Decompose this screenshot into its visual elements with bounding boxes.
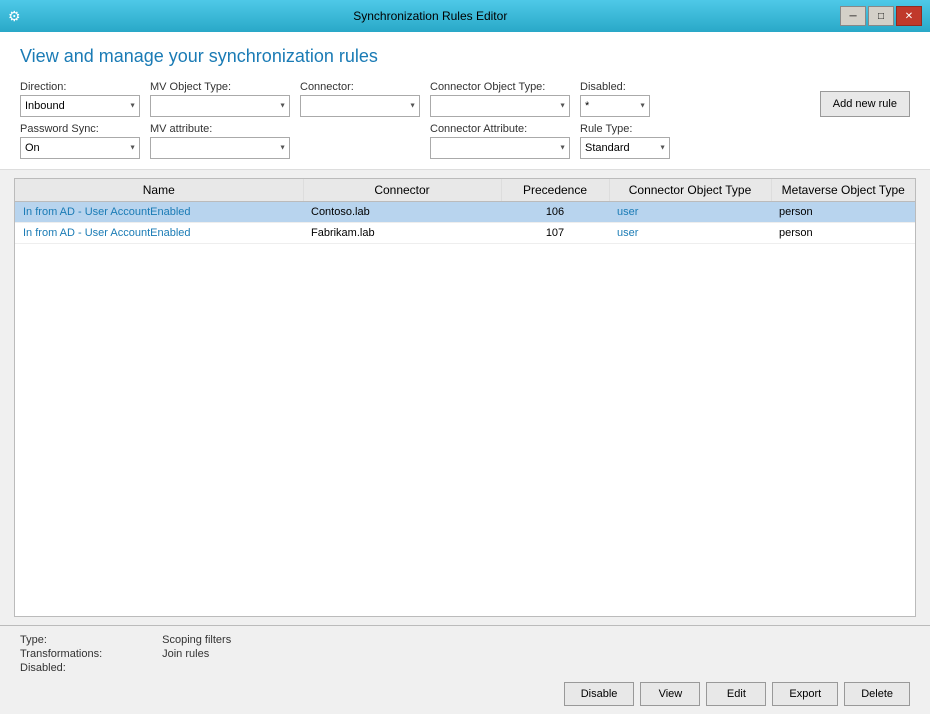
scoping-filters-label: Scoping filters bbox=[162, 634, 231, 646]
col-header-mot: Metaverse Object Type bbox=[771, 179, 915, 202]
filter-row-2: Password Sync: On Off MV attribute: bbox=[20, 123, 910, 159]
cell-precedence: 106 bbox=[501, 202, 609, 223]
cell-name: In from AD - User AccountEnabled bbox=[15, 202, 303, 223]
add-new-rule-wrapper: Add new rule bbox=[820, 91, 910, 117]
mv-attribute-label: MV attribute: bbox=[150, 123, 290, 135]
bottom-info-row: Type: Transformations: Disabled: Scoping… bbox=[20, 634, 910, 674]
mv-object-type-group: MV Object Type: bbox=[150, 81, 290, 117]
delete-button[interactable]: Delete bbox=[844, 682, 910, 706]
mv-attribute-group: MV attribute: bbox=[150, 123, 290, 159]
connector-attribute-select[interactable] bbox=[430, 137, 570, 159]
disable-button[interactable]: Disable bbox=[564, 682, 635, 706]
rule-type-group: Rule Type: Standard Custom bbox=[580, 123, 670, 159]
cell-cot: user bbox=[609, 223, 771, 244]
connector-object-type-select[interactable] bbox=[430, 95, 570, 117]
mv-attribute-select[interactable] bbox=[150, 137, 290, 159]
connector-attribute-label: Connector Attribute: bbox=[430, 123, 570, 135]
app-icon: ⚙ bbox=[8, 8, 21, 25]
rule-name-link[interactable]: In from AD - User AccountEnabled bbox=[23, 227, 191, 239]
mv-attribute-select-wrapper[interactable] bbox=[150, 137, 290, 159]
main-content: View and manage your synchronization rul… bbox=[0, 32, 930, 714]
cell-mot: person bbox=[771, 223, 915, 244]
direction-select-wrapper[interactable]: Inbound Outbound bbox=[20, 95, 140, 117]
bottom-panel: Type: Transformations: Disabled: Scoping… bbox=[0, 625, 930, 714]
rule-type-label: Rule Type: bbox=[580, 123, 670, 135]
col-header-cot: Connector Object Type bbox=[609, 179, 771, 202]
cell-connector: Fabrikam.lab bbox=[303, 223, 501, 244]
title-bar-controls[interactable]: ─ □ ✕ bbox=[840, 6, 922, 26]
cell-precedence: 107 bbox=[501, 223, 609, 244]
rule-name-link[interactable]: In from AD - User AccountEnabled bbox=[23, 206, 191, 218]
join-rules-label: Join rules bbox=[162, 648, 231, 660]
disabled-group: Disabled: * Yes No bbox=[580, 81, 650, 117]
minimize-button[interactable]: ─ bbox=[840, 6, 866, 26]
direction-label: Direction: bbox=[20, 81, 140, 93]
filter-area: Direction: Inbound Outbound MV Object Ty… bbox=[20, 81, 910, 159]
password-sync-select-wrapper[interactable]: On Off bbox=[20, 137, 140, 159]
connector-group: Connector: bbox=[300, 81, 420, 117]
rule-type-select[interactable]: Standard Custom bbox=[580, 137, 670, 159]
edit-button[interactable]: Edit bbox=[706, 682, 766, 706]
connector-object-type-group: Connector Object Type: bbox=[430, 81, 570, 117]
filter-row-1: Direction: Inbound Outbound MV Object Ty… bbox=[20, 81, 910, 117]
rule-type-select-wrapper[interactable]: Standard Custom bbox=[580, 137, 670, 159]
title-bar-title: Synchronization Rules Editor bbox=[21, 9, 840, 23]
cell-cot: user bbox=[609, 202, 771, 223]
password-sync-label: Password Sync: bbox=[20, 123, 140, 135]
mv-object-type-select[interactable] bbox=[150, 95, 290, 117]
disabled-select[interactable]: * Yes No bbox=[580, 95, 650, 117]
title-bar: ⚙ Synchronization Rules Editor ─ □ ✕ bbox=[0, 0, 930, 32]
type-label: Type: bbox=[20, 634, 102, 646]
bottom-info-right: Scoping filters Join rules bbox=[162, 634, 231, 674]
transformations-label: Transformations: bbox=[20, 648, 102, 660]
col-header-connector: Connector bbox=[303, 179, 501, 202]
cot-link[interactable]: user bbox=[617, 227, 638, 239]
table-body: In from AD - User AccountEnabled Contoso… bbox=[15, 202, 915, 244]
mv-object-type-select-wrapper[interactable] bbox=[150, 95, 290, 117]
table-header-row: Name Connector Precedence Connector Obje… bbox=[15, 179, 915, 202]
password-sync-select[interactable]: On Off bbox=[20, 137, 140, 159]
connector-object-type-label: Connector Object Type: bbox=[430, 81, 570, 93]
direction-select[interactable]: Inbound Outbound bbox=[20, 95, 140, 117]
col-header-name: Name bbox=[15, 179, 303, 202]
connector-select-wrapper[interactable] bbox=[300, 95, 420, 117]
header-section: View and manage your synchronization rul… bbox=[0, 32, 930, 170]
table-row[interactable]: In from AD - User AccountEnabled Contoso… bbox=[15, 202, 915, 223]
connector-select[interactable] bbox=[300, 95, 420, 117]
connector-attribute-select-wrapper[interactable] bbox=[430, 137, 570, 159]
view-button[interactable]: View bbox=[640, 682, 700, 706]
direction-group: Direction: Inbound Outbound bbox=[20, 81, 140, 117]
table-row[interactable]: In from AD - User AccountEnabled Fabrika… bbox=[15, 223, 915, 244]
disabled-info-label: Disabled: bbox=[20, 662, 102, 674]
bottom-info-left: Type: Transformations: Disabled: bbox=[20, 634, 102, 674]
restore-button[interactable]: □ bbox=[868, 6, 894, 26]
disabled-label: Disabled: bbox=[580, 81, 650, 93]
bottom-buttons: Disable View Edit Export Delete bbox=[20, 682, 910, 706]
mv-object-type-label: MV Object Type: bbox=[150, 81, 290, 93]
cell-mot: person bbox=[771, 202, 915, 223]
close-button[interactable]: ✕ bbox=[896, 6, 922, 26]
add-new-rule-button[interactable]: Add new rule bbox=[820, 91, 910, 117]
title-bar-left: ⚙ bbox=[8, 8, 21, 25]
rules-table: Name Connector Precedence Connector Obje… bbox=[15, 179, 915, 244]
cell-connector: Contoso.lab bbox=[303, 202, 501, 223]
cell-name: In from AD - User AccountEnabled bbox=[15, 223, 303, 244]
password-sync-group: Password Sync: On Off bbox=[20, 123, 140, 159]
page-title: View and manage your synchronization rul… bbox=[20, 46, 910, 67]
connector-object-type-select-wrapper[interactable] bbox=[430, 95, 570, 117]
export-button[interactable]: Export bbox=[772, 682, 838, 706]
col-header-precedence: Precedence bbox=[501, 179, 609, 202]
rules-table-area: Name Connector Precedence Connector Obje… bbox=[14, 178, 916, 617]
connector-label: Connector: bbox=[300, 81, 420, 93]
connector-attribute-group: Connector Attribute: bbox=[430, 123, 570, 159]
disabled-select-wrapper[interactable]: * Yes No bbox=[580, 95, 650, 117]
cot-link[interactable]: user bbox=[617, 206, 638, 218]
